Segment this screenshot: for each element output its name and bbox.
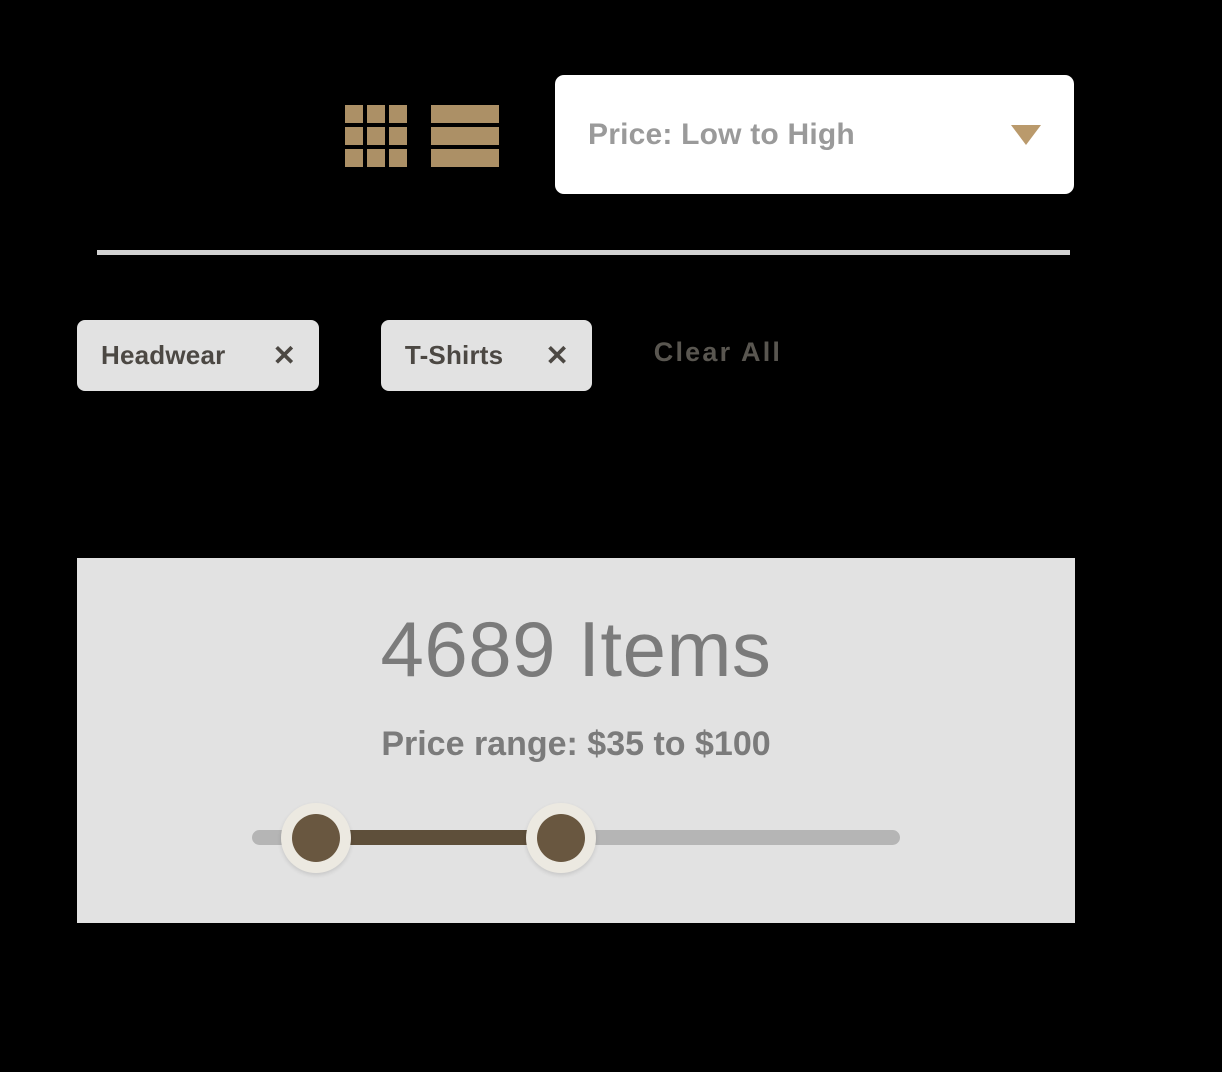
view-mode-toggle	[345, 105, 499, 167]
list-row	[431, 105, 499, 123]
chevron-down-icon	[1011, 124, 1041, 145]
close-icon[interactable]: ✕	[272, 341, 295, 370]
grid-cell	[389, 149, 407, 167]
list-view-icon[interactable]	[431, 105, 499, 167]
grid-cell	[367, 149, 385, 167]
clear-all-button[interactable]: Clear All	[654, 337, 782, 368]
close-icon[interactable]: ✕	[545, 341, 568, 370]
price-max-handle[interactable]	[526, 803, 596, 873]
list-row	[431, 127, 499, 145]
slider-selected-range	[316, 830, 561, 845]
active-filters: Headwear ✕ T-Shirts ✕ Clear All	[77, 320, 782, 391]
grid-cell	[367, 105, 385, 123]
section-divider	[97, 250, 1070, 255]
item-count: 4689 Items	[380, 605, 772, 693]
list-row	[431, 149, 499, 167]
grid-cell	[389, 127, 407, 145]
grid-view-icon[interactable]	[345, 105, 407, 167]
filter-chip-headwear[interactable]: Headwear ✕	[77, 320, 319, 391]
filter-chip-label: T-Shirts	[404, 340, 504, 370]
grid-cell	[345, 105, 363, 123]
price-min-handle[interactable]	[281, 803, 351, 873]
filter-chip-label: Headwear	[101, 340, 226, 370]
sort-dropdown-value: Price: Low to High	[588, 117, 855, 151]
price-range-slider[interactable]	[252, 803, 900, 873]
grid-cell	[345, 149, 363, 167]
grid-cell	[345, 127, 363, 145]
grid-cell	[367, 127, 385, 145]
grid-cell	[389, 105, 407, 123]
filter-chip-t-shirts[interactable]: T-Shirts ✕	[380, 320, 592, 391]
results-panel: 4689 Items Price range: $35 to $100	[77, 558, 1075, 923]
sort-dropdown[interactable]: Price: Low to High	[555, 75, 1074, 194]
price-range-label: Price range: $35 to $100	[381, 725, 771, 763]
toolbar: Price: Low to High	[0, 0, 1222, 210]
